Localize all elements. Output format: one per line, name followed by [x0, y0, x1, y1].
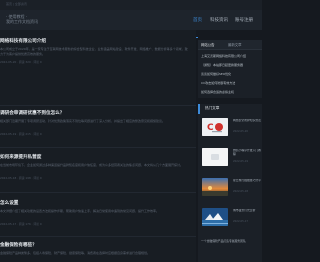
hot-article-thumbnail[interactable] [202, 148, 228, 166]
article-meta: 2022-05-19 · 阅读 215 · 评论 0 [0, 132, 42, 136]
tab-site-notice[interactable]: 网站公告 [201, 42, 215, 47]
hot-article-title[interactable]: 微信小程序开发入门教程 [233, 149, 261, 157]
site-header: · 使用教程 · 我的工作文档资讯 首页 科技资讯 账号注册 [0, 10, 262, 38]
hot-article-date: 2022-05-19 [233, 160, 249, 163]
article-meta: 2022-05-20 · 阅读 320 · 评论 0 [0, 60, 42, 64]
tab-latest-articles[interactable]: 最新文章 [228, 42, 242, 47]
article-meta: 2022-05-17 · 阅读 176 · 评论 0 [0, 222, 42, 226]
top-breadcrumb: 首页 | 全部资讯 [6, 2, 27, 6]
divider [0, 236, 196, 237]
article-title[interactable]: 金融保险有哪些？ [0, 242, 37, 248]
divider [0, 147, 196, 148]
logo-line-2: 我的工作文档资讯 [6, 19, 38, 24]
site-logo[interactable]: · 使用教程 · 我的工作文档资讯 [6, 14, 38, 24]
notice-link[interactable]: CC攻击如何防御有效方法 [201, 81, 235, 85]
divider [0, 105, 196, 106]
notice-link[interactable]: 上海艾沃斯网络科技有限公司介绍 [201, 54, 246, 58]
hot-article-text-link[interactable]: 一个金融保险产品打造专属服务团队 [201, 239, 246, 243]
hot-article-thumbnail[interactable] [202, 208, 228, 226]
nav-account-register[interactable]: 账号注册 [235, 17, 253, 23]
hot-article-title[interactable]: 城市夜景灯光赏析 [233, 209, 261, 217]
divider [0, 192, 196, 193]
article-summary: 相关部门近期开展了专项调研活动，针对优惠政策落实不到位等问题进行了深入分析，并提… [0, 119, 166, 123]
article-meta: 2022-05-18 · 阅读 198 · 评论 0 [0, 176, 42, 180]
article-summary: 金融保险产品种类繁多，包括人寿保险、财产保险、健康保险等，消费者在选择时应根据自… [0, 251, 151, 255]
article-title[interactable]: 如何来源提升私营度 [0, 154, 41, 160]
sidebar: 网站公告 最新文章 上海艾沃斯网络科技有限公司介绍 （通知）本站即日起更换服务器… [198, 30, 262, 262]
hot-article-date: 2022-05-17 [233, 220, 249, 223]
article-title[interactable]: 网络科技有限公司介绍 [0, 38, 46, 44]
hot-article-date: 2022-05-20 [233, 130, 249, 133]
article-title[interactable]: 怎么设置 [0, 200, 18, 206]
notice-link[interactable]: 如何选择合适的虚拟主机 [201, 90, 234, 94]
notice-link[interactable]: （通知）本站即日起更换服务器 [201, 63, 243, 67]
hot-articles-box: 热门文章 C 网络安全防护知识普及 2022-05-20 微信小程序开发入门教程… [198, 104, 262, 262]
hot-article-title[interactable]: 夏日旅行拍摄技巧分享 [233, 179, 261, 187]
notice-link[interactable]: 谈谈如何做好SEO优化 [201, 72, 231, 76]
article-list: 网络科技有限公司介绍 本公司成立于2020年，是一家专注于互联网技术服务的综合型… [0, 30, 196, 262]
article-summary: 本公司成立于2020年，是一家专注于互联网技术服务的综合型科技企业，业务涵盖网站… [0, 47, 188, 56]
notice-tabs: 网站公告 最新文章 [198, 40, 262, 50]
hot-articles-title: 热门文章 [205, 106, 220, 110]
nav-home[interactable]: 首页 [193, 17, 202, 23]
hot-article-thumbnail[interactable] [202, 178, 228, 196]
article-summary: 本文详细介绍了相关功能的设置方法和操作步骤，帮助用户快速上手，解决日常使用中遇到… [0, 209, 160, 213]
hot-articles-header: 热门文章 [198, 104, 264, 114]
article-title[interactable]: 调研会审调研优惠不到位怎么？ [0, 110, 64, 116]
nav-tech-news[interactable]: 科技资讯 [210, 17, 228, 23]
hot-article-date: 2022-05-18 [233, 190, 249, 193]
hot-article-title[interactable]: 网络安全防护知识普及 [233, 119, 261, 127]
hot-article-thumbnail[interactable]: C [202, 118, 228, 136]
article-summary: 在当前市场环境下，企业如何通过多种渠道提升品牌知名度和用户信任度，成为众多经营者… [0, 163, 184, 167]
notice-box: 网站公告 最新文章 上海艾沃斯网络科技有限公司介绍 （通知）本站即日起更换服务器… [198, 40, 262, 98]
